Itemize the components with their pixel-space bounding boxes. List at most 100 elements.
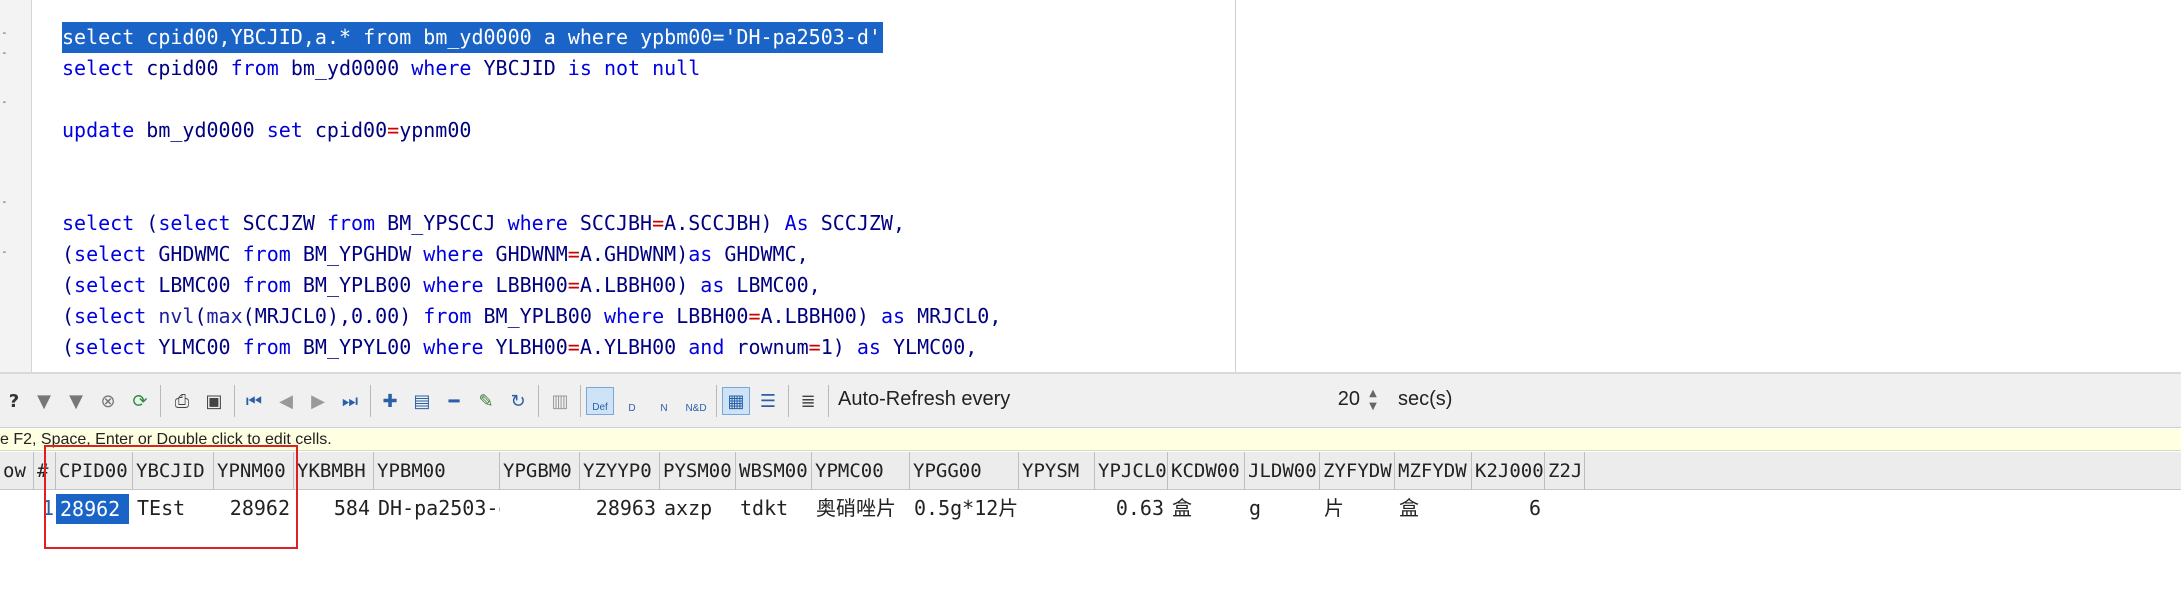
column-header-pysm00[interactable]: PYSM00: [660, 452, 736, 490]
interval-spinner[interactable]: ▲ ▼: [1366, 387, 1380, 415]
grid-view-icon[interactable]: ▦: [722, 387, 750, 415]
toolbar-divider: [370, 385, 371, 417]
text-view-icon[interactable]: ≣: [794, 387, 822, 415]
cell-pysm00[interactable]: axzp: [660, 490, 736, 526]
cell-yzyyp0[interactable]: 28963: [580, 490, 660, 526]
delete-record-icon[interactable]: ━: [440, 387, 468, 415]
cell-ypbm00[interactable]: DH-pa2503-d: [374, 490, 500, 526]
query-by-example-icon[interactable]: ?: [0, 387, 28, 415]
gutter-marker: -: [1, 46, 8, 59]
next-record-icon[interactable]: ▶: [304, 387, 332, 415]
column-header-jldw00[interactable]: JLDW00: [1245, 452, 1320, 490]
column-header-yzyyp0[interactable]: YZYYP0: [580, 452, 660, 490]
show-nulls-and-duplicates-button[interactable]: N&D: [682, 387, 710, 415]
column-header-mzfydw[interactable]: MZFYDW: [1395, 452, 1472, 490]
filter-icon[interactable]: ▼: [30, 387, 58, 415]
refresh-icon[interactable]: ⟳: [126, 387, 154, 415]
sql-editor[interactable]: select cpid00,YBCJID,a.* from bm_yd0000 …: [33, 0, 1236, 372]
toolbar-divider: [788, 385, 789, 417]
filter-clear-icon[interactable]: ▼: [62, 387, 90, 415]
spin-down-icon[interactable]: ▼: [1366, 400, 1380, 413]
cell-ypnm00[interactable]: 28962: [214, 490, 294, 526]
cell-z2j[interactable]: [1545, 490, 1585, 526]
column-header-zyfydw[interactable]: ZYFYDW: [1320, 452, 1395, 490]
column-header-ypjcl0[interactable]: YPJCL0: [1095, 452, 1168, 490]
column-header-k2j000[interactable]: K2J000: [1472, 452, 1545, 490]
column-header-kcdw00[interactable]: KCDW00: [1168, 452, 1245, 490]
code-line: update bm_yd0000 set cpid00=ypnm00: [62, 118, 472, 142]
cancel-changes-icon[interactable]: ↻: [504, 387, 532, 415]
code-line: select cpid00,YBCJID,a.* from bm_yd0000 …: [62, 22, 883, 53]
default-view-button[interactable]: Def: [586, 387, 614, 415]
code-line: (select LBMC00 from BM_YPLB00 where LBBH…: [62, 273, 821, 297]
gutter-marker: -: [1, 26, 8, 39]
auto-refresh-interval-input[interactable]: 20: [1320, 387, 1360, 415]
cell-wbsm00[interactable]: tdkt: [736, 490, 812, 526]
cell-ypgbm0[interactable]: [500, 490, 580, 526]
row-number: 1: [42, 496, 55, 520]
cancel-icon[interactable]: ⊗: [94, 387, 122, 415]
cell-ypgg00[interactable]: 0.5g*12片: [910, 490, 1019, 526]
results-grid[interactable]: ow # CPID00 YBCJID YPNM00 YKBMBH YPBM00 YPGBM0 Y…: [0, 452, 2181, 609]
insert-record-icon[interactable]: ✚: [376, 387, 404, 415]
column-header-ypgbm0[interactable]: YPGBM0: [500, 452, 580, 490]
cell-cpid00[interactable]: 28962: [56, 494, 129, 524]
record-view-icon[interactable]: ☰: [754, 387, 782, 415]
duplicate-record-icon[interactable]: ▤: [408, 387, 436, 415]
toolbar-divider: [538, 385, 539, 417]
code-line: (select YLMC00 from BM_YPYL00 where YLBH…: [62, 335, 978, 359]
column-header-ypmc00[interactable]: YPMC00: [812, 452, 910, 490]
cell-ypjcl0[interactable]: 0.63: [1095, 490, 1168, 526]
cell-ybcjid[interactable]: TEst: [133, 490, 214, 526]
blank-panel: [1237, 0, 2181, 372]
column-header-ybcjid[interactable]: YBCJID: [133, 452, 214, 490]
cell-jldw00[interactable]: g: [1245, 490, 1320, 526]
sql-code[interactable]: select cpid00,YBCJID,a.* from bm_yd0000 …: [62, 22, 1001, 363]
cell-zyfydw[interactable]: 片: [1320, 490, 1395, 526]
row-number-header: #: [34, 452, 56, 490]
table-row[interactable]: 1 28962 TEst 28962 584 DH-pa2503-d 28963 axzp td…: [0, 490, 2181, 526]
show-duplicates-button[interactable]: D: [618, 387, 646, 415]
single-record-view-icon[interactable]: ▥: [546, 387, 574, 415]
column-header-ypgg00[interactable]: YPGG00: [910, 452, 1019, 490]
toolbar-divider: [234, 385, 235, 417]
column-header-wbsm00[interactable]: WBSM00: [736, 452, 812, 490]
gutter-marker: -: [1, 95, 8, 108]
cell-k2j000[interactable]: 6: [1472, 490, 1545, 526]
seconds-label: sec(s): [1398, 388, 1453, 410]
cell-ypmc00[interactable]: 奥硝唑片: [812, 490, 910, 526]
code-line: select cpid00 from bm_yd0000 where YBCJI…: [62, 56, 701, 80]
column-header-cpid00[interactable]: CPID00: [56, 452, 133, 490]
column-header-ypysm[interactable]: YPYSM: [1019, 452, 1095, 490]
cell-mzfydw[interactable]: 盒: [1395, 490, 1472, 526]
show-nulls-button[interactable]: N: [650, 387, 678, 415]
spin-up-icon[interactable]: ▲: [1366, 387, 1380, 400]
toolbar-divider: [580, 385, 581, 417]
post-changes-icon[interactable]: ✎: [472, 387, 500, 415]
column-header-ypbm00[interactable]: YPBM00: [374, 452, 500, 490]
results-toolbar: ? ▼ ▼ ⊗ ⟳ ⎙ ▣ ⏮ ◀ ▶ ⏭ ✚ ▤ ━ ✎ ↻ ▥ Def D …: [0, 374, 2181, 428]
gutter-marker: -: [1, 245, 8, 258]
column-header-ypnm00[interactable]: YPNM00: [214, 452, 294, 490]
duplicates-view-label: D: [628, 403, 636, 414]
edit-hint-bar: e F2, Space, Enter or Double click to ed…: [0, 429, 2181, 451]
auto-refresh-label: Auto-Refresh every: [838, 388, 1011, 410]
query-label: ?: [8, 390, 20, 412]
cell-ykbmbh[interactable]: 584: [294, 490, 374, 526]
previous-record-icon[interactable]: ◀: [272, 387, 300, 415]
toolbar-divider: [828, 385, 829, 417]
nulls-view-label: N: [660, 403, 668, 414]
code-line: (select nvl(max(MRJCL0),0.00) from BM_YP…: [62, 304, 1002, 328]
cell-kcdw00[interactable]: 盒: [1168, 490, 1245, 526]
last-record-icon[interactable]: ⏭: [336, 387, 364, 415]
print-icon[interactable]: ⎙: [168, 387, 196, 415]
first-record-icon[interactable]: ⏮: [240, 387, 268, 415]
code-line: select (select SCCJZW from BM_YPSCCJ whe…: [62, 211, 906, 235]
column-header-z2j[interactable]: Z2J: [1545, 452, 1585, 490]
column-header-ykbmbh[interactable]: YKBMBH: [294, 452, 374, 490]
cell-ypysm[interactable]: [1019, 490, 1095, 526]
save-icon[interactable]: ▣: [200, 387, 228, 415]
